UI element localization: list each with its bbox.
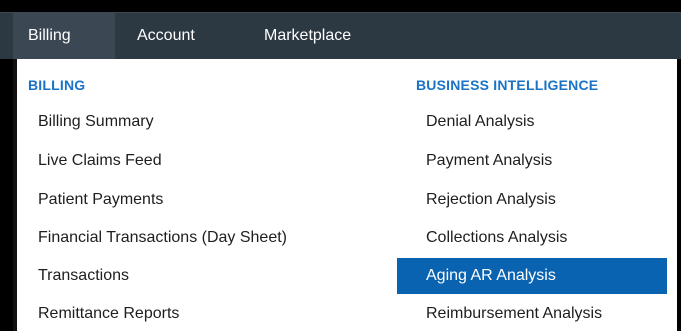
window-edge xyxy=(677,59,681,331)
nav-account[interactable]: Account xyxy=(137,13,195,59)
menu-item-reimbursement-analysis[interactable]: Reimbursement Analysis xyxy=(397,296,667,331)
menu-item-denial-analysis[interactable]: Denial Analysis xyxy=(397,104,667,140)
menu-item-live-claims-feed[interactable]: Live Claims Feed xyxy=(17,143,397,179)
nav-billing[interactable]: Billing xyxy=(13,13,115,59)
menu-item-billing-summary[interactable]: Billing Summary xyxy=(17,104,397,140)
menu-item-patient-payments[interactable]: Patient Payments xyxy=(17,182,397,218)
business-intelligence-heading: BUSINESS INTELLIGENCE xyxy=(416,77,599,93)
menu-item-collections-analysis[interactable]: Collections Analysis xyxy=(397,220,667,256)
menu-item-remittance-reports[interactable]: Remittance Reports xyxy=(17,296,397,331)
menu-item-aging-ar-analysis[interactable]: Aging AR Analysis xyxy=(397,258,667,294)
menu-item-rejection-analysis[interactable]: Rejection Analysis xyxy=(397,182,667,218)
nav-marketplace[interactable]: Marketplace xyxy=(264,13,351,59)
billing-dropdown-menu: BILLING Billing Summary Live Claims Feed… xyxy=(13,59,677,331)
menu-item-transactions[interactable]: Transactions xyxy=(17,258,397,294)
menu-item-payment-analysis[interactable]: Payment Analysis xyxy=(397,143,667,179)
app-window: Billing Account Marketplace BILLING Bill… xyxy=(0,0,681,331)
billing-heading: BILLING xyxy=(28,77,86,93)
menu-item-financial-transactions[interactable]: Financial Transactions (Day Sheet) xyxy=(17,220,397,256)
top-navigation-bar: Billing Account Marketplace xyxy=(0,12,681,59)
